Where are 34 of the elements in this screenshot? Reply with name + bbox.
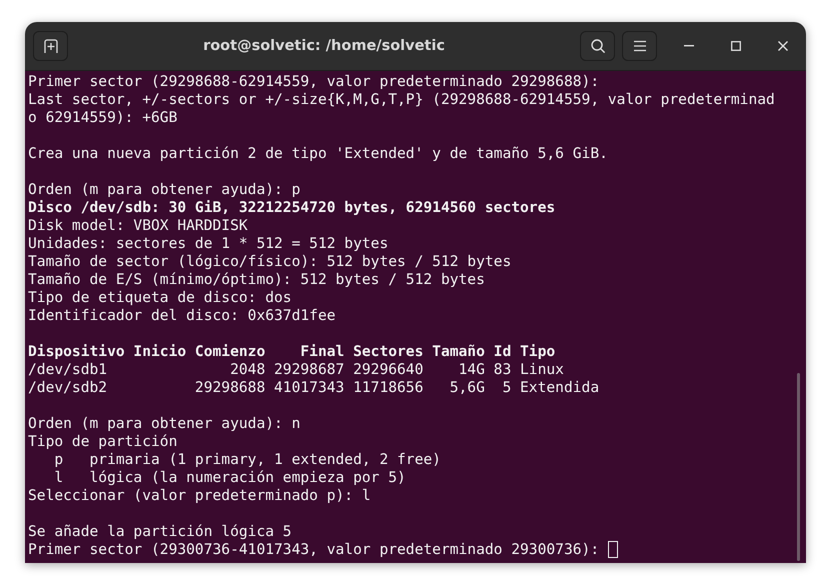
search-button[interactable] — [580, 31, 615, 61]
text-cursor — [608, 541, 618, 558]
terminal-line: Orden (m para obtener ayuda): p — [28, 181, 300, 199]
terminal-line: Primer sector (29300736-41017343, valor predeterminado 29300736): — [28, 541, 600, 559]
terminal-line: Disco /dev/sdb: 30 GiB, 32212254720 bytes, 62914560 sectores — [28, 199, 556, 217]
terminal-line: Dispositivo Inicio Comienzo Final Sectores Tamaño Id Tipo — [28, 343, 556, 361]
new-tab-button[interactable] — [33, 31, 68, 61]
terminal-line: Seleccionar (valor predeterminado p): l — [28, 487, 371, 505]
terminal-line: Last sector, +/-sectors or +/-size{K,M,G,T,P} (29298688-62914559, valor predeterminad — [28, 91, 775, 109]
new-tab-icon — [42, 38, 58, 54]
menu-icon — [634, 40, 646, 52]
terminal-line: Primer sector (29298688-62914559, valor predeterminado 29298688): — [28, 73, 600, 91]
terminal-line: Orden (m para obtener ayuda): n — [28, 415, 300, 433]
close-icon — [778, 41, 788, 51]
terminal-line: Crea una nueva partición 2 de tipo 'Extended' y de tamaño 5,6 GiB. — [28, 145, 608, 163]
terminal-line: Disk model: VBOX HARDDISK — [28, 217, 248, 235]
scrollbar[interactable] — [797, 373, 800, 561]
terminal-line: Identificador del disco: 0x637d1fee — [28, 307, 336, 325]
terminal-line: Tamaño de E/S (mínimo/óptimo): 512 bytes / 512 bytes — [28, 271, 485, 289]
menu-button[interactable] — [622, 31, 657, 61]
terminal-line: /dev/sdb2 29298688 41017343 11718656 5,6G 5 Extendida — [28, 379, 600, 397]
terminal-line: Se añade la partición lógica 5 — [28, 523, 292, 541]
terminal-line: p primaria (1 primary, 1 extended, 2 free) — [53, 451, 441, 469]
window-title: root@solvetic: /home/solvetic — [202, 38, 446, 54]
terminal-line: o 62914559): +6GB — [28, 109, 178, 127]
terminal-line: Tipo de partición — [28, 433, 178, 451]
terminal-line: Tamaño de sector (lógico/físico): 512 bytes / 512 bytes — [28, 253, 512, 271]
search-icon — [590, 38, 606, 54]
terminal-line: l lógica (la numeración empieza por 5) — [53, 469, 406, 487]
maximize-icon — [731, 41, 741, 51]
minimize-icon — [684, 45, 694, 47]
terminal-line: Tipo de etiqueta de disco: dos — [28, 289, 292, 307]
terminal-line: Unidades: sectores de 1 * 512 = 512 bytes — [28, 235, 388, 253]
terminal-line: /dev/sdb1 2048 29298687 29296640 14G 83 Linux — [28, 361, 564, 379]
